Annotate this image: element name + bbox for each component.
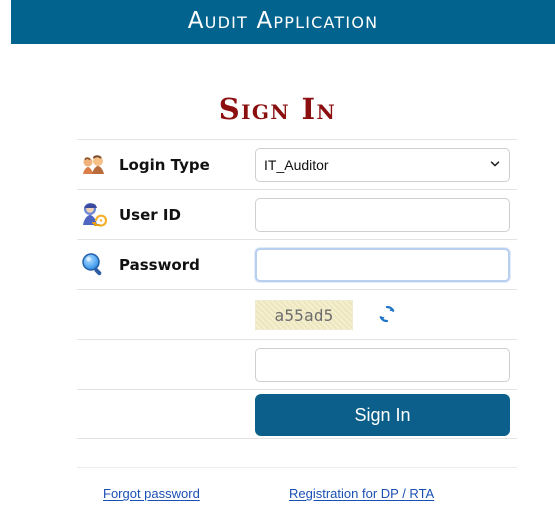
users-icon xyxy=(77,148,111,182)
captcha-input-row xyxy=(77,339,517,389)
app-title: Audit Application xyxy=(187,7,379,34)
login-type-select-wrap[interactable]: IT_Auditor xyxy=(255,148,510,182)
user-id-label: User ID xyxy=(119,205,181,224)
login-type-label: Login Type xyxy=(119,155,210,174)
captcha-empty-label xyxy=(77,290,252,340)
login-type-select[interactable]: IT_Auditor xyxy=(255,148,510,182)
user-id-field xyxy=(255,190,513,240)
user-id-label-cell: User ID xyxy=(77,190,252,240)
password-label: Password xyxy=(119,255,200,274)
registration-link[interactable]: Registration for DP / RTA xyxy=(289,486,434,501)
refresh-icon[interactable] xyxy=(376,303,398,325)
captcha-input[interactable] xyxy=(255,348,510,382)
login-form: Login Type IT_Auditor User ID Password a… xyxy=(77,139,517,454)
footer-divider xyxy=(77,467,517,468)
page: Audit Application Sign In Login Type IT_… xyxy=(0,0,555,513)
password-input[interactable] xyxy=(255,248,510,282)
submit-row: Sign In xyxy=(77,389,517,439)
captcha-input-empty-label xyxy=(77,340,252,390)
submit-empty-label xyxy=(77,390,252,440)
captcha-code: a55ad5 xyxy=(255,300,353,330)
user-key-icon xyxy=(77,198,111,232)
password-label-cell: Password xyxy=(77,240,252,290)
user-id-input[interactable] xyxy=(255,198,510,232)
user-id-row: User ID xyxy=(77,189,517,239)
sign-in-heading: Sign In xyxy=(218,92,337,126)
search-icon xyxy=(77,248,111,282)
login-type-label-cell: Login Type xyxy=(77,140,252,190)
password-row: Password xyxy=(77,239,517,289)
sign-in-button[interactable]: Sign In xyxy=(255,394,510,436)
forgot-password-link[interactable]: Forgot password xyxy=(103,486,200,501)
submit-field: Sign In xyxy=(255,390,513,440)
captcha-input-field xyxy=(255,340,513,390)
login-type-row: Login Type IT_Auditor xyxy=(77,139,517,189)
password-field xyxy=(255,240,513,290)
top-banner: Audit Application xyxy=(11,0,555,44)
captcha-row: a55ad5 xyxy=(77,289,517,339)
footer-links: Forgot password Registration for DP / RT… xyxy=(0,478,555,502)
captcha-field: a55ad5 xyxy=(255,290,513,340)
login-type-field: IT_Auditor xyxy=(255,140,513,190)
